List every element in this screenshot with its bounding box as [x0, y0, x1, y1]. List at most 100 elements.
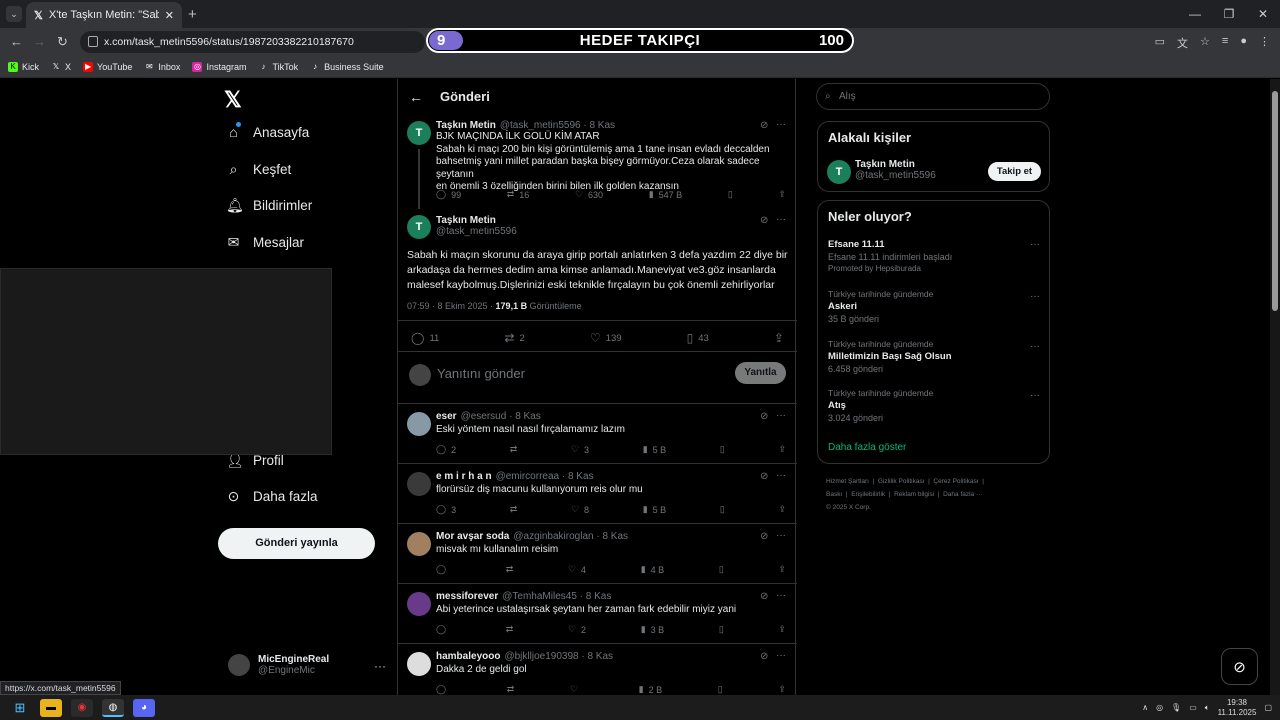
reply-tweet[interactable]: e m i r h a n @emircorreaa · 8 Kas florür…	[398, 464, 797, 524]
author-name[interactable]: e m i r h a n	[436, 471, 492, 482]
views-button[interactable]: ▮ 547 B	[649, 189, 682, 200]
repost-button[interactable]: ⇄ 2	[504, 331, 524, 345]
new-tab-button[interactable]: +	[188, 6, 197, 23]
reply-button[interactable]: ◯ 99	[436, 189, 461, 200]
author-handle[interactable]: @emircorreaa · 8 Kas	[496, 471, 594, 482]
more-icon[interactable]: ···	[776, 214, 786, 225]
forward-arrow-icon[interactable]: →	[33, 34, 46, 49]
repost-icon[interactable]: ⇄	[510, 444, 518, 455]
views-button[interactable]: ▮ 4 B	[641, 564, 664, 575]
author-name[interactable]: hambaleyooo	[436, 651, 500, 662]
more-icon[interactable]: ···	[776, 530, 786, 541]
restore-button[interactable]: ❐	[1212, 0, 1246, 28]
reply-button[interactable]: ◯ 11	[411, 331, 439, 345]
nav-notifications[interactable]: 🔔︎ Bildirimler	[226, 198, 312, 214]
more-icon[interactable]: ···	[776, 119, 786, 130]
media-icon[interactable]: ≡	[1222, 35, 1228, 51]
back-arrow-icon[interactable]: ←	[409, 89, 423, 105]
trend-item[interactable]: Türkiye tarihinde gündemde Milletimizin …	[828, 339, 952, 376]
show-more-link[interactable]: Daha fazla göster	[828, 442, 906, 453]
steam-icon[interactable]: ◎	[1156, 703, 1163, 712]
bookmark-kick[interactable]: K Kick	[8, 61, 39, 72]
like-button[interactable]: ♡	[570, 684, 583, 695]
nav-more[interactable]: ⊙ Daha fazla	[226, 489, 318, 505]
more-icon[interactable]: ···	[776, 410, 786, 421]
reply-button[interactable]: ◯ 2	[436, 444, 456, 455]
grok-icon[interactable]: ⊘	[760, 471, 768, 482]
footer-link[interactable]: Hizmet Şartları	[826, 478, 869, 485]
post-button[interactable]: Gönderi yayınla	[218, 528, 375, 559]
follow-button[interactable]: Takip et	[988, 162, 1041, 181]
bookmark-button[interactable]: ▯ 43	[687, 331, 709, 345]
more-icon[interactable]: ···	[1030, 390, 1040, 401]
repost-icon[interactable]: ⇄	[506, 564, 514, 575]
who-name[interactable]: Taşkın Metin	[855, 159, 936, 170]
views-button[interactable]: ▮ 3 B	[641, 624, 664, 635]
nav-home[interactable]: ⌂ Anasayfa	[226, 122, 309, 140]
repost-icon[interactable]: ⇄	[506, 624, 514, 635]
trend-item[interactable]: Türkiye tarihinde gündemde Askeri 35 B g…	[828, 289, 933, 326]
author-name[interactable]: Mor avşar soda	[436, 531, 509, 542]
share-icon[interactable]: ⇪	[778, 564, 786, 575]
share-icon[interactable]: ⇪	[774, 331, 784, 345]
share-icon[interactable]: ⇪	[778, 444, 786, 455]
who-handle[interactable]: @task_metin5596	[855, 170, 936, 181]
windows-start-icon[interactable]: ⊞	[9, 699, 31, 717]
search-input[interactable]: ⌕ Alış	[816, 83, 1050, 110]
reply-submit-button[interactable]: Yanıtla	[735, 362, 786, 384]
like-button[interactable]: ♡ 2	[568, 624, 586, 635]
more-icon[interactable]: ···	[1030, 291, 1040, 302]
reply-button[interactable]: ◯	[436, 624, 451, 635]
reply-button[interactable]: ◯	[436, 684, 451, 695]
menu-icon[interactable]: ⋮	[1259, 35, 1270, 51]
reload-icon[interactable]: ↻	[57, 34, 68, 50]
reply-tweet[interactable]: Mor avşar soda @azginbakiroglan · 8 Kas m…	[398, 524, 797, 584]
like-button[interactable]: ♡ 630	[575, 189, 603, 200]
network-icon[interactable]: ▭	[1189, 703, 1197, 712]
more-icon[interactable]: ···	[776, 590, 786, 601]
reply-button[interactable]: ◯	[436, 564, 451, 575]
footer-link[interactable]: Çerez Politikası	[933, 478, 978, 485]
profile-avatar-icon[interactable]: ●	[1240, 35, 1247, 51]
more-icon[interactable]: ···	[776, 650, 786, 661]
repost-icon[interactable]: ⇄	[510, 504, 518, 515]
footer-link[interactable]: Baskı	[826, 491, 842, 498]
author-handle[interactable]: @task_metin5596 · 8 Kas	[500, 120, 615, 131]
minimize-button[interactable]: —	[1178, 0, 1212, 28]
grok-icon[interactable]: ⊘	[760, 531, 768, 542]
author-name[interactable]: eser	[436, 411, 457, 422]
trend-item[interactable]: Efsane 11.11 Efsane 11.11 indirimleri ba…	[828, 237, 952, 273]
translate-icon[interactable]: 文	[1177, 35, 1188, 51]
footer-link[interactable]: Gizlilik Politikası	[878, 478, 925, 485]
like-button[interactable]: ♡ 8	[571, 504, 589, 515]
views-button[interactable]: ▮ 2 B	[639, 684, 662, 695]
file-explorer-icon[interactable]: ▬	[40, 698, 62, 717]
grok-icon[interactable]: ⊘	[760, 651, 768, 662]
bookmark-icon[interactable]: ▯	[728, 189, 733, 200]
chevron-up-icon[interactable]: ∧	[1142, 703, 1148, 712]
mic-icon[interactable]: 🎙︎	[1171, 703, 1181, 712]
obs-icon[interactable]: ◉	[71, 698, 93, 717]
grok-icon[interactable]: ⊘	[760, 120, 768, 131]
nav-explore[interactable]: ⌕ Keşfet	[226, 162, 292, 178]
grok-icon[interactable]: ⊘	[760, 411, 768, 422]
like-button[interactable]: ♡ 3	[571, 444, 589, 455]
grok-icon[interactable]: ⊘	[760, 215, 768, 226]
account-switcher[interactable]: MicEngineReal @EngineMic	[228, 654, 329, 676]
author-handle[interactable]: @bjklljoe190398 · 8 Kas	[504, 651, 613, 662]
reply-tweet[interactable]: messiforever @TemhaMiles45 · 8 Kas Abi ye…	[398, 584, 797, 644]
bookmark-x[interactable]: 𝕏X	[51, 62, 71, 72]
nav-messages[interactable]: ✉ Mesajlar	[226, 235, 304, 251]
bookmark-icon[interactable]: ▯	[718, 684, 723, 695]
bookmark-icon[interactable]: ▯	[720, 444, 725, 455]
bookmark-youtube[interactable]: ▶ YouTube	[83, 61, 132, 72]
author-name[interactable]: messiforever	[436, 591, 498, 602]
footer-link[interactable]: Erişilebilirlik	[851, 491, 885, 498]
x-logo-icon[interactable]: 𝕏	[224, 87, 242, 113]
back-arrow-icon[interactable]: ←	[10, 34, 23, 49]
star-icon[interactable]: ☆	[1200, 35, 1210, 51]
bookmark-icon[interactable]: ▯	[720, 504, 725, 515]
tab-active[interactable]: 𝕏 X'te Taşkın Metin: "Sabah ki ma ✕	[26, 2, 182, 28]
repost-icon[interactable]: ⇄	[507, 684, 515, 695]
bookmark-icon[interactable]: ▯	[719, 564, 724, 575]
